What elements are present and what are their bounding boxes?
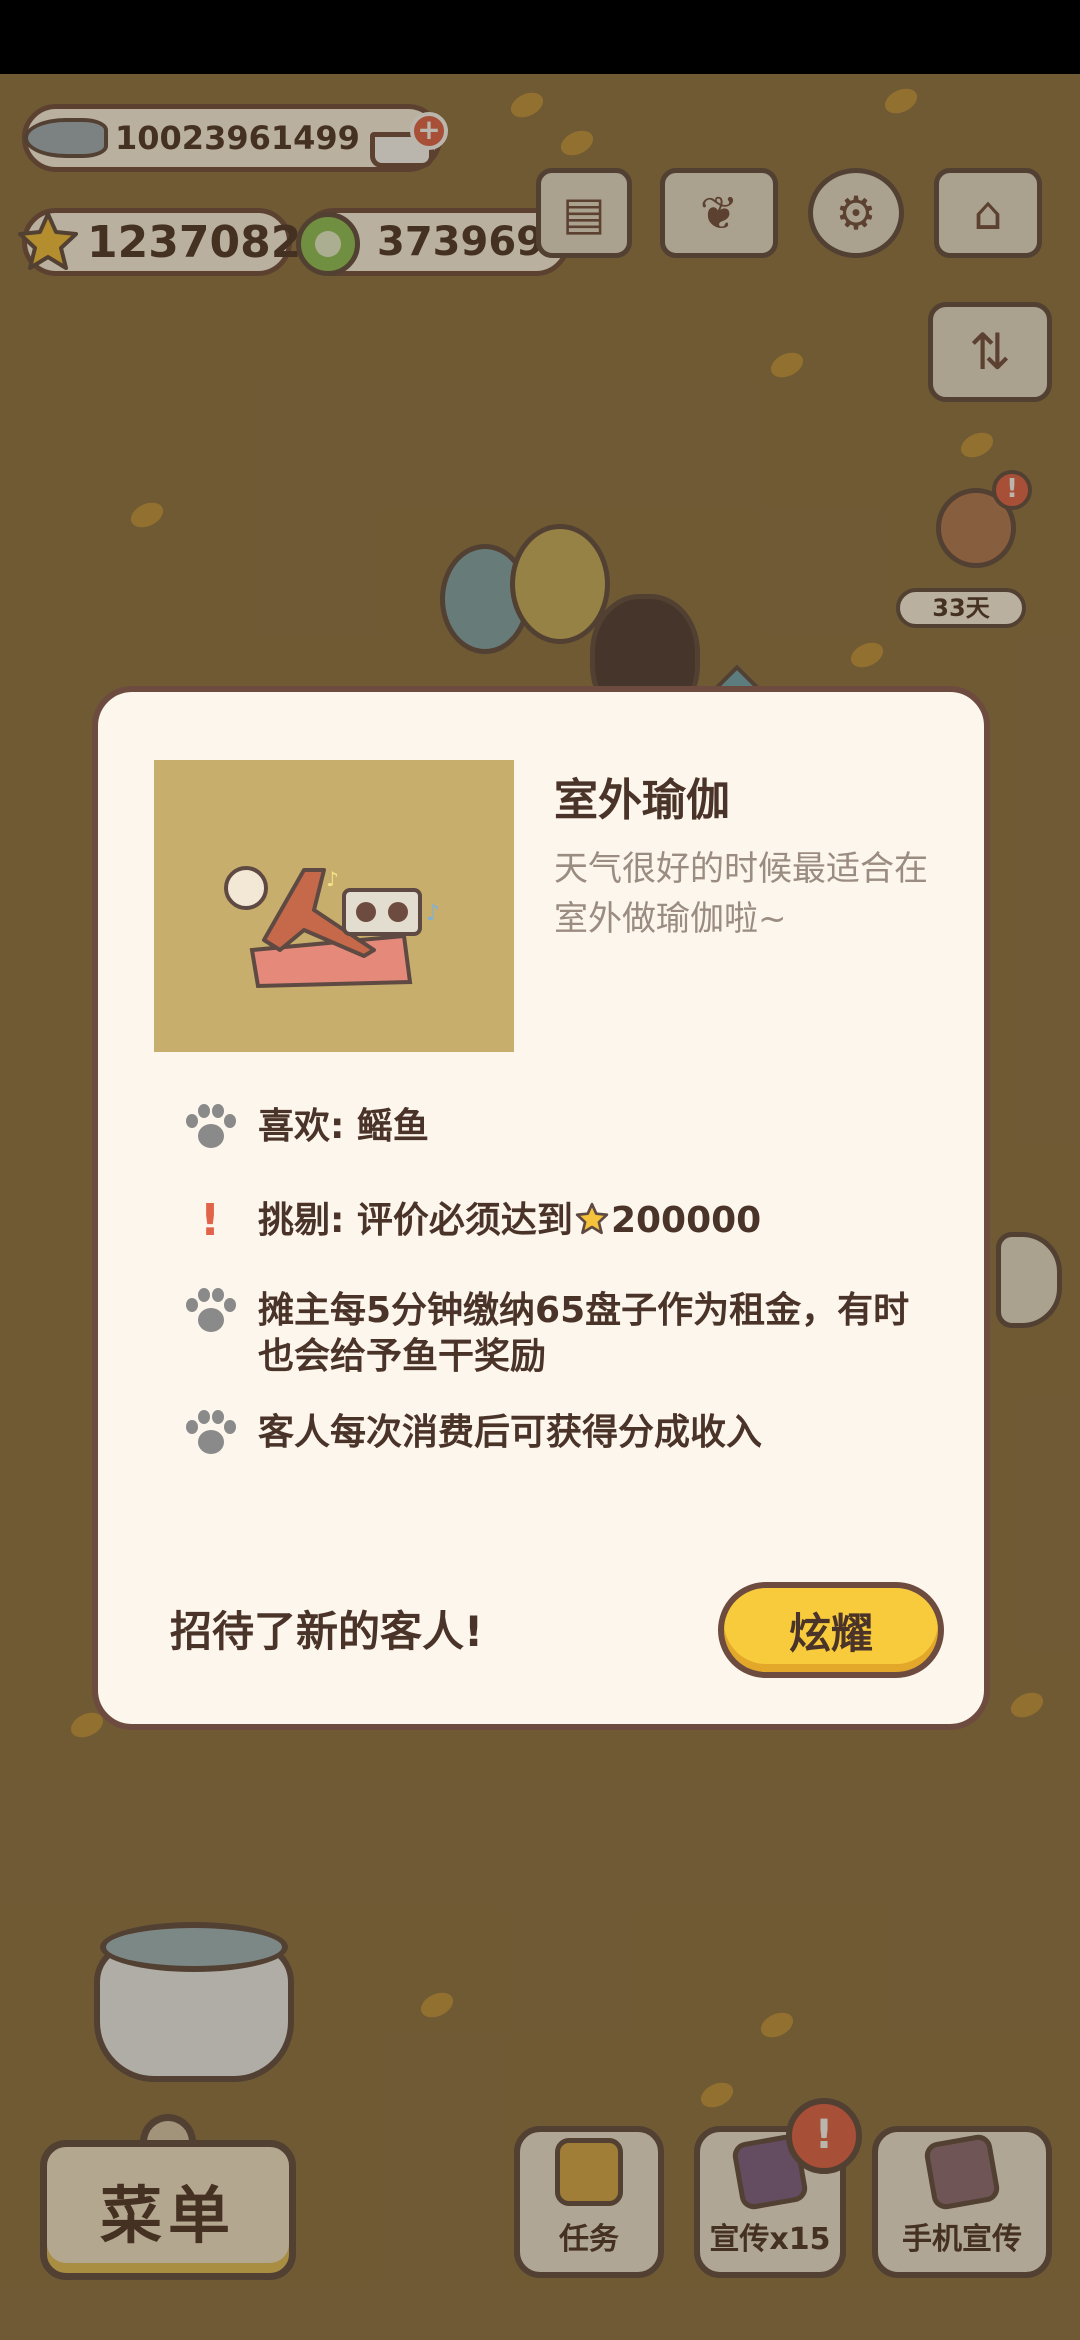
rent-text: 摊主每5分钟缴纳65盘子作为租金，有时也会给予鱼干奖励 bbox=[258, 1290, 910, 1377]
dialog-footer-text: 招待了新的客人! bbox=[170, 1607, 484, 1656]
status-bar bbox=[0, 0, 1080, 74]
customer-illustration: ♪ ♪ bbox=[154, 760, 514, 1052]
picky-label: 挑剔: 评价必须达到 bbox=[258, 1200, 573, 1241]
show-off-label: 炫耀 bbox=[788, 1608, 873, 1658]
picky-row: ! 挑剔: 评价必须达到 200000 bbox=[184, 1198, 964, 1244]
show-off-button[interactable]: 炫耀 bbox=[718, 1582, 944, 1678]
paw-icon bbox=[184, 1288, 236, 1338]
star-icon bbox=[575, 1202, 609, 1235]
paw-icon bbox=[184, 1104, 236, 1154]
new-customer-dialog: ♪ ♪ 室外瑜伽 天气很好的时候最适合在室外做瑜伽啦~ 喜欢: 鳐鱼 ! 挑剔:… bbox=[92, 686, 990, 1730]
svg-text:♪: ♪ bbox=[326, 867, 339, 891]
svg-text:♪: ♪ bbox=[426, 901, 440, 926]
exclamation-icon: ! bbox=[199, 1195, 221, 1246]
rent-row: 摊主每5分钟缴纳65盘子作为租金，有时也会给予鱼干奖励 bbox=[184, 1288, 964, 1380]
likes-row: 喜欢: 鳐鱼 bbox=[184, 1104, 964, 1154]
paw-icon bbox=[184, 1410, 236, 1460]
picky-value: 200000 bbox=[610, 1200, 762, 1241]
income-text: 客人每次消费后可获得分成收入 bbox=[258, 1412, 763, 1453]
picky-text: 挑剔: 评价必须达到 200000 bbox=[258, 1198, 761, 1244]
income-row: 客人每次消费后可获得分成收入 bbox=[184, 1410, 964, 1460]
dialog-description: 天气很好的时候最适合在室外做瑜伽啦~ bbox=[554, 849, 928, 939]
dialog-title: 室外瑜伽 bbox=[554, 775, 730, 826]
likes-text: 喜欢: 鳐鱼 bbox=[258, 1106, 429, 1147]
